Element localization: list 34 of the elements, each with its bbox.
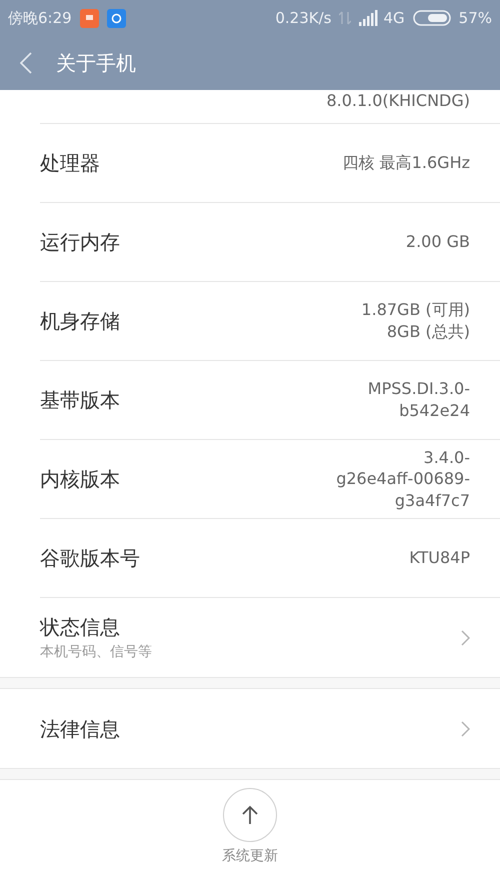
row-label: 谷歌版本号 <box>40 545 140 572</box>
row-label: 内核版本 <box>40 466 120 493</box>
row-value: 2.00 GB <box>406 231 470 253</box>
row-value: 1.87GB (可用) 8GB (总共) <box>361 299 470 343</box>
row-value: MPSS.DI.3.0- b542e24 <box>368 378 470 422</box>
row-label: 处理器 <box>40 150 100 177</box>
chevron-icon <box>461 720 470 736</box>
arrow-up-icon <box>241 805 259 825</box>
row-label: 运行内存 <box>40 229 120 256</box>
data-arrows-icon <box>339 10 352 26</box>
network-type: 4G <box>383 8 405 29</box>
battery-percent: 57% <box>458 8 492 29</box>
status-time: 傍晚6:29 <box>8 8 72 29</box>
chevron-icon <box>461 630 470 646</box>
network-speed: 0.23K/s <box>275 8 332 29</box>
row-label: 状态信息 <box>40 614 121 641</box>
row-value: 3.4.0- g26e4aff-00689- g3a4f7c7 <box>336 446 470 512</box>
update-label: 系统更新 <box>222 847 278 866</box>
row-subtitle: 本机号码、信号等 <box>40 643 152 662</box>
row-value: 8.0.1.0(KHICNDG) <box>326 90 470 112</box>
signal-icon <box>359 10 380 26</box>
page-title: 关于手机 <box>56 50 136 77</box>
update-button[interactable] <box>223 788 277 842</box>
settings-row[interactable]: 状态信息 本机号码、信号等 <box>40 598 500 677</box>
notification-icon <box>80 8 99 28</box>
row-value: 四核 最高1.6GHz <box>342 152 470 174</box>
row-label: 法律信息 <box>40 716 120 742</box>
notification-icon <box>106 8 126 28</box>
battery-icon <box>412 10 451 26</box>
row-label: 机身存储 <box>40 308 120 335</box>
row-label: 基带版本 <box>40 387 120 414</box>
row-value: KTU84P <box>409 547 470 569</box>
settings-row[interactable]: 法律信息 <box>40 689 500 768</box>
back-icon[interactable] <box>20 52 32 74</box>
